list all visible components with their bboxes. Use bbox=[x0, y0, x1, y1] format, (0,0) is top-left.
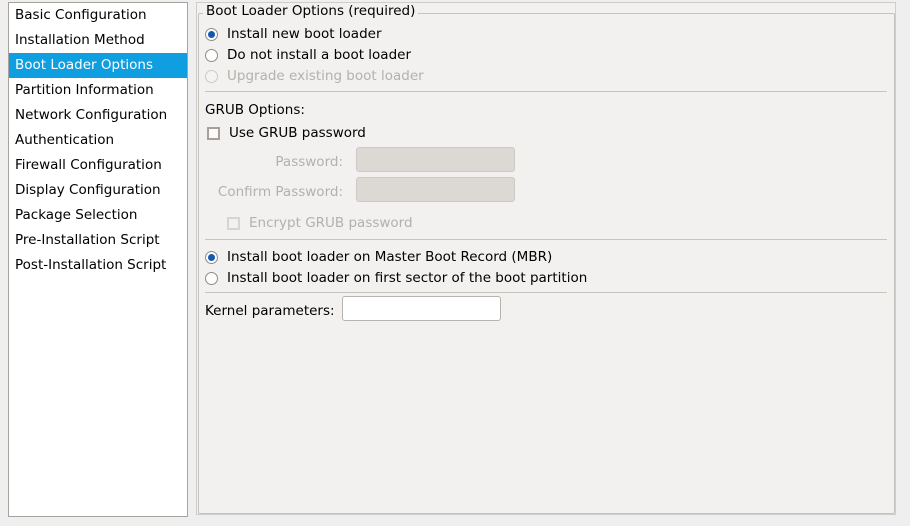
radio-label: Install boot loader on Master Boot Recor… bbox=[227, 249, 552, 265]
kernel-parameters-label: Kernel parameters: bbox=[205, 303, 335, 319]
checkbox-label: Use GRUB password bbox=[229, 125, 366, 141]
password-input bbox=[357, 148, 514, 171]
sidebar-item-pre-installation-script[interactable]: Pre-Installation Script bbox=[9, 228, 187, 253]
boot-loader-options-groupbox: Boot Loader Options (required) Install n… bbox=[197, 11, 897, 516]
separator-above-kernel-parameters bbox=[205, 292, 887, 293]
groupbox-content: Install new boot loader Do not install a… bbox=[197, 11, 897, 516]
kernel-parameters-input[interactable] bbox=[343, 297, 500, 320]
password-label: Password: bbox=[225, 154, 343, 170]
sidebar-item-authentication[interactable]: Authentication bbox=[9, 128, 187, 153]
sidebar-item-label: Pre-Installation Script bbox=[15, 232, 160, 248]
sidebar-item-label: Package Selection bbox=[15, 207, 137, 223]
checkbox-label: Encrypt GRUB password bbox=[249, 215, 413, 231]
separator-above-grub-options bbox=[205, 91, 887, 92]
radio-install-new-boot-loader[interactable]: Install new boot loader bbox=[205, 26, 382, 42]
sidebar-item-label: Network Configuration bbox=[15, 107, 167, 123]
separator-above-location-options bbox=[205, 239, 887, 240]
sidebar-item-installation-method[interactable]: Installation Method bbox=[9, 28, 187, 53]
radio-upgrade-existing-boot-loader: Upgrade existing boot loader bbox=[205, 68, 424, 84]
checkbox-encrypt-grub-password: Encrypt GRUB password bbox=[227, 215, 413, 231]
wizard-step-list[interactable]: Basic Configuration Installation Method … bbox=[8, 2, 188, 517]
sidebar-item-label: Partition Information bbox=[15, 82, 154, 98]
sidebar-item-firewall-configuration[interactable]: Firewall Configuration bbox=[9, 153, 187, 178]
password-field bbox=[356, 147, 515, 172]
kernel-parameters-field[interactable] bbox=[342, 296, 501, 321]
radio-do-not-install-boot-loader[interactable]: Do not install a boot loader bbox=[205, 47, 411, 63]
sidebar-item-network-configuration[interactable]: Network Configuration bbox=[9, 103, 187, 128]
sidebar-item-package-selection[interactable]: Package Selection bbox=[9, 203, 187, 228]
radio-indicator-icon bbox=[205, 70, 218, 83]
checkbox-use-grub-password[interactable]: Use GRUB password bbox=[207, 125, 366, 141]
radio-indicator-icon[interactable] bbox=[205, 49, 218, 62]
radio-indicator-icon[interactable] bbox=[205, 28, 218, 41]
radio-label: Install new boot loader bbox=[227, 26, 382, 42]
sidebar-item-label: Installation Method bbox=[15, 32, 145, 48]
confirm-password-label: Confirm Password: bbox=[207, 184, 343, 200]
sidebar-item-display-configuration[interactable]: Display Configuration bbox=[9, 178, 187, 203]
sidebar-item-label: Authentication bbox=[15, 132, 114, 148]
confirm-password-input bbox=[357, 178, 514, 201]
radio-label: Upgrade existing boot loader bbox=[227, 68, 424, 84]
sidebar-item-boot-loader-options[interactable]: Boot Loader Options bbox=[9, 53, 187, 78]
sidebar-item-label: Boot Loader Options bbox=[15, 57, 153, 73]
sidebar-item-post-installation-script[interactable]: Post-Installation Script bbox=[9, 253, 187, 278]
checkbox-indicator-icon[interactable] bbox=[207, 127, 220, 140]
grub-options-heading: GRUB Options: bbox=[205, 102, 305, 118]
sidebar-item-label: Basic Configuration bbox=[15, 7, 147, 23]
radio-label: Install boot loader on first sector of t… bbox=[227, 270, 587, 286]
radio-indicator-icon[interactable] bbox=[205, 272, 218, 285]
sidebar-item-label: Firewall Configuration bbox=[15, 157, 162, 173]
radio-install-on-boot-partition[interactable]: Install boot loader on first sector of t… bbox=[205, 270, 587, 286]
sidebar-item-label: Display Configuration bbox=[15, 182, 161, 198]
sidebar-item-label: Post-Installation Script bbox=[15, 257, 166, 273]
radio-label: Do not install a boot loader bbox=[227, 47, 411, 63]
boot-loader-options-panel: Boot Loader Options (required) Install n… bbox=[196, 2, 896, 515]
checkbox-indicator-icon bbox=[227, 217, 240, 230]
radio-indicator-icon[interactable] bbox=[205, 251, 218, 264]
radio-install-on-mbr[interactable]: Install boot loader on Master Boot Recor… bbox=[205, 249, 552, 265]
confirm-password-field bbox=[356, 177, 515, 202]
sidebar-item-partition-information[interactable]: Partition Information bbox=[9, 78, 187, 103]
sidebar-item-basic-configuration[interactable]: Basic Configuration bbox=[9, 3, 187, 28]
